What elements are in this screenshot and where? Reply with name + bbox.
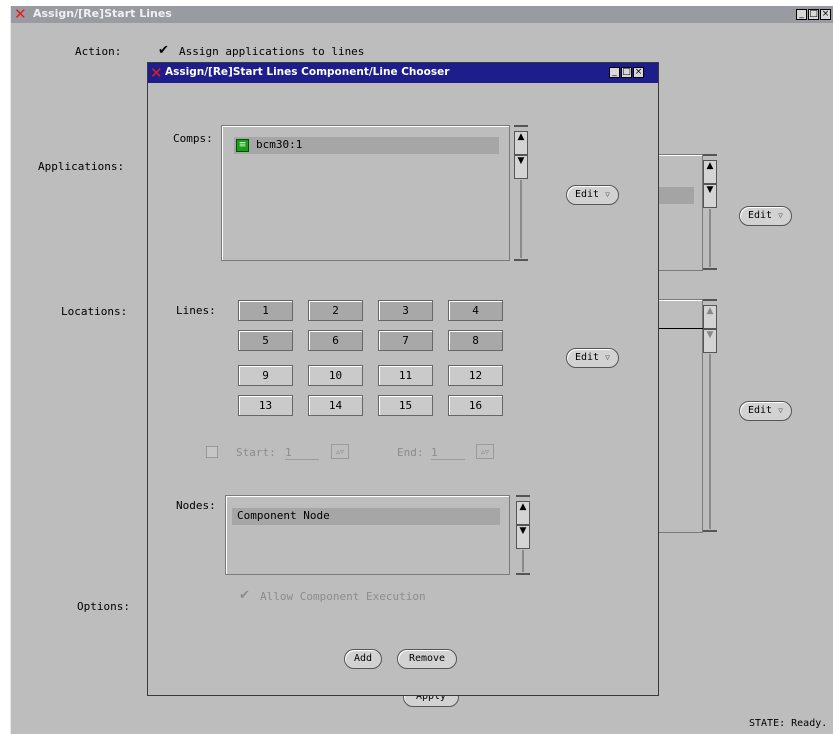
locations-scroll-up-icon[interactable]: ▲ xyxy=(703,305,717,329)
line-button[interactable]: 4 xyxy=(448,300,503,321)
remove-button[interactable]: Remove xyxy=(397,649,457,669)
line-button[interactable]: 7 xyxy=(378,330,433,351)
line-button[interactable]: 11 xyxy=(378,365,433,386)
locations-label: Locations: xyxy=(61,305,128,318)
comps-label: Comps: xyxy=(173,132,213,145)
minimize-icon[interactable]: _ xyxy=(796,9,807,20)
dialog-title-bar[interactable]: ✕ Assign/[Re]Start Lines Component/Line … xyxy=(148,63,658,83)
close-icon[interactable]: × xyxy=(820,9,831,20)
line-button[interactable]: 9 xyxy=(238,365,293,386)
applications-scroll-up-icon[interactable]: ▲ xyxy=(703,160,717,184)
line-button[interactable]: 10 xyxy=(308,365,363,386)
nodes-scrollbar[interactable]: ▲ ▼ xyxy=(516,495,530,575)
applications-edit-label: Edit xyxy=(748,210,773,221)
dialog-minimize-icon[interactable]: _ xyxy=(609,67,620,78)
end-label: End: xyxy=(397,446,424,459)
applications-scrollbar[interactable]: ▲ ▼ xyxy=(703,154,717,271)
nodes-scroll-down-icon[interactable]: ▼ xyxy=(516,525,530,549)
nodes-scroll-up-icon[interactable]: ▲ xyxy=(516,501,530,525)
end-stepper-icon[interactable]: ▵▿ xyxy=(476,444,494,459)
range-checkbox[interactable] xyxy=(206,446,218,458)
nodes-list[interactable]: Component Node xyxy=(225,495,510,575)
action-label: Action: xyxy=(75,45,122,58)
action-value: Assign applications to lines xyxy=(179,45,365,58)
lines-edit-button[interactable]: Edit ▽ xyxy=(566,348,619,368)
comps-item-label: bcm30:1 xyxy=(256,138,303,151)
x-logo-icon: ✕ xyxy=(14,5,27,23)
chevron-down-icon: ▽ xyxy=(605,353,610,362)
lines-label: Lines: xyxy=(176,304,216,317)
start-label: Start: xyxy=(236,446,276,459)
comps-list[interactable]: ≡ bcm30:1 xyxy=(221,125,510,261)
line-button[interactable]: 1 xyxy=(238,300,293,321)
comps-scrollbar[interactable]: ▲ ▼ xyxy=(514,125,528,261)
component-icon: ≡ xyxy=(236,139,249,152)
chevron-down-icon: ▽ xyxy=(605,190,610,199)
allow-exec-checkmark-icon[interactable]: ✔ xyxy=(239,589,250,602)
line-button[interactable]: 3 xyxy=(378,300,433,321)
line-button[interactable]: 16 xyxy=(448,395,503,416)
dialog-maximize-icon[interactable]: □ xyxy=(621,67,632,78)
add-label: Add xyxy=(353,653,373,664)
line-button[interactable]: 8 xyxy=(448,330,503,351)
options-label: Options: xyxy=(77,600,130,613)
start-stepper-icon[interactable]: ▵▿ xyxy=(331,444,349,459)
line-button[interactable]: 5 xyxy=(238,330,293,351)
locations-scrollbar[interactable]: ▲ ▼ xyxy=(703,299,717,533)
comps-edit-label: Edit xyxy=(575,189,600,200)
main-window-title: Assign/[Re]Start Lines xyxy=(33,7,172,20)
line-button[interactable]: 2 xyxy=(308,300,363,321)
chooser-dialog: ✕ Assign/[Re]Start Lines Component/Line … xyxy=(147,62,659,696)
line-button[interactable]: 15 xyxy=(378,395,433,416)
chevron-down-icon: ▽ xyxy=(778,211,783,220)
line-button[interactable]: 14 xyxy=(308,395,363,416)
locations-edit-button[interactable]: Edit ▽ xyxy=(739,401,792,421)
line-button[interactable]: 12 xyxy=(448,365,503,386)
dialog-close-icon[interactable]: × xyxy=(633,67,644,78)
x-logo-icon: ✕ xyxy=(150,64,163,82)
applications-label: Applications: xyxy=(38,160,125,173)
comps-scroll-up-icon[interactable]: ▲ xyxy=(514,131,528,155)
locations-scroll-down-icon[interactable]: ▼ xyxy=(703,329,717,353)
applications-scroll-down-icon[interactable]: ▼ xyxy=(703,184,717,208)
nodes-item-label: Component Node xyxy=(237,509,330,522)
line-button[interactable]: 13 xyxy=(238,395,293,416)
remove-label: Remove xyxy=(408,653,446,664)
start-field[interactable]: 1 xyxy=(285,446,319,460)
applications-edit-button[interactable]: Edit ▽ xyxy=(739,206,792,226)
add-button[interactable]: Add xyxy=(344,649,382,669)
nodes-label: Nodes: xyxy=(176,499,216,512)
comps-list-item[interactable]: ≡ bcm30:1 xyxy=(234,137,499,154)
maximize-icon[interactable]: □ xyxy=(808,9,819,20)
status-text: STATE: Ready. xyxy=(749,718,828,729)
nodes-list-item[interactable]: Component Node xyxy=(232,508,500,525)
allow-exec-label: Allow Component Execution xyxy=(260,590,426,603)
lines-edit-label: Edit xyxy=(575,352,600,363)
chevron-down-icon: ▽ xyxy=(778,406,783,415)
locations-edit-label: Edit xyxy=(748,405,773,416)
action-checkmark-icon[interactable]: ✔ xyxy=(158,44,169,57)
comps-scroll-down-icon[interactable]: ▼ xyxy=(514,155,528,179)
main-title-bar[interactable]: ✕ Assign/[Re]Start Lines _ □ × xyxy=(11,6,833,23)
comps-edit-button[interactable]: Edit ▽ xyxy=(566,185,619,205)
end-field[interactable]: 1 xyxy=(431,446,465,460)
line-button[interactable]: 6 xyxy=(308,330,363,351)
dialog-title: Assign/[Re]Start Lines Component/Line Ch… xyxy=(165,66,450,78)
